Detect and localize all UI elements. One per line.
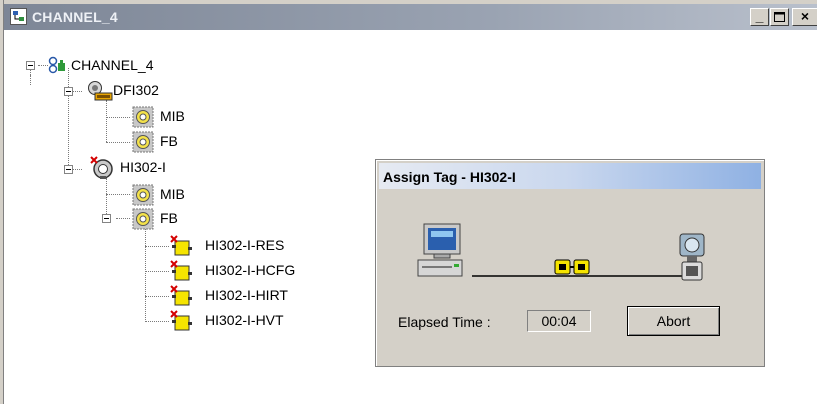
tree-line: [145, 226, 146, 322]
computer-icon: [417, 223, 463, 277]
window-frame-left: [0, 0, 4, 404]
close-button[interactable]: ×: [792, 8, 817, 26]
elapsed-time-value: 00:04: [527, 310, 591, 332]
tree-line: [72, 91, 82, 92]
function-block-icon: [170, 310, 192, 331]
function-block-icon: [170, 285, 192, 306]
tree-line: [68, 68, 69, 169]
assign-tag-dialog: Assign Tag - HI302-I Elapsed Time: 00:0…: [375, 159, 765, 367]
tree-node-hi-fb[interactable]: FB: [160, 210, 178, 226]
tree-line: [116, 218, 130, 219]
maximize-button[interactable]: [770, 8, 789, 26]
tree-line: [145, 321, 169, 322]
tree-line: [106, 194, 130, 195]
controller-device-icon: [88, 81, 113, 101]
minimize-button[interactable]: _: [750, 8, 769, 26]
function-block-folder-icon: [132, 131, 154, 153]
collapse-toggle[interactable]: [26, 61, 35, 70]
tree-node-block[interactable]: HI302-I-RES: [205, 237, 284, 253]
tree-line: [106, 178, 107, 218]
function-block-icon: [170, 260, 192, 281]
transmitter-icon: [679, 233, 705, 281]
tree-node-dfi-fb[interactable]: FB: [160, 133, 178, 149]
tree-node-hi302[interactable]: HI302-I: [120, 159, 166, 175]
abort-button[interactable]: Abort: [627, 306, 720, 336]
tree-line: [38, 65, 48, 66]
collapse-toggle[interactable]: [64, 87, 73, 96]
elapsed-time-label: Elapsed Time :: [398, 314, 491, 330]
tree-line: [145, 246, 169, 247]
tree-line: [72, 169, 82, 170]
tree-node-dfi302[interactable]: DFI302: [113, 82, 159, 98]
mib-icon: [132, 184, 154, 206]
dialog-titlebar[interactable]: Assign Tag - HI302-I: [379, 163, 761, 189]
tree-line: [30, 75, 31, 85]
collapse-toggle[interactable]: [64, 165, 73, 174]
tree-node-block[interactable]: HI302-I-HIRT: [205, 287, 288, 303]
network-channel-icon: [48, 56, 65, 74]
mib-icon: [132, 106, 154, 128]
channel-icon: [10, 8, 27, 25]
channel-window: CHANNEL_4 _ × CHANNEL_4 DFI302 MIB FB HI…: [0, 0, 817, 404]
tree-node-hi-mib[interactable]: MIB: [160, 186, 185, 202]
tree-line: [106, 117, 130, 118]
tree-line: [145, 271, 169, 272]
coupler-icon: [554, 259, 590, 275]
dialog-title: Assign Tag - HI302-I: [383, 169, 516, 185]
window-title: CHANNEL_4: [32, 9, 118, 25]
tree-node-dfi-mib[interactable]: MIB: [160, 108, 185, 124]
tree-line: [106, 100, 107, 142]
tree-line: [145, 296, 169, 297]
maximize-icon: [774, 12, 785, 22]
function-block-icon: [170, 235, 192, 256]
tree-node-block[interactable]: HI302-I-HCFG: [205, 262, 295, 278]
field-device-icon: [90, 156, 113, 179]
collapse-toggle[interactable]: [102, 214, 111, 223]
function-block-folder-icon: [132, 208, 154, 230]
tree-node-block[interactable]: HI302-I-HVT: [205, 312, 284, 328]
tree-line: [106, 142, 130, 143]
tree-node-channel[interactable]: CHANNEL_4: [71, 57, 153, 73]
window-titlebar[interactable]: CHANNEL_4 _ ×: [4, 4, 817, 30]
